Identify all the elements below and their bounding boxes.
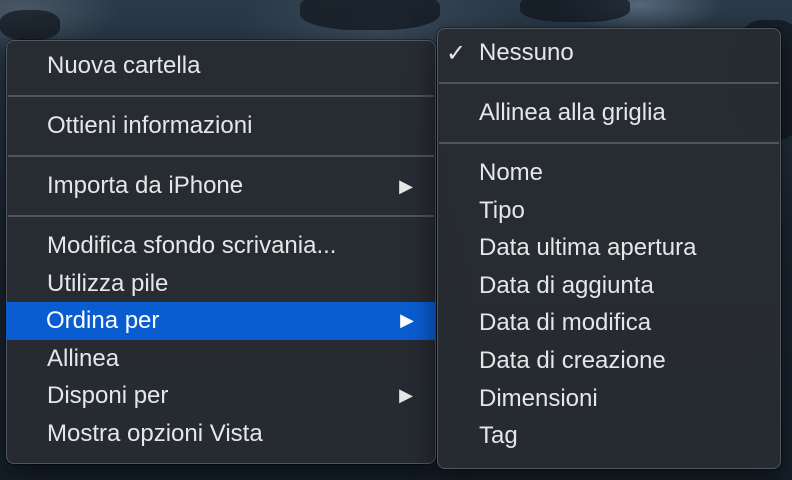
menu-separator [8,155,434,157]
menu-item-label: Nuova cartella [47,52,201,79]
submenu-arrow-icon: ▶ [400,310,414,331]
submenu-item-date-modified[interactable]: Data di modifica [438,304,780,342]
submenu-item-name[interactable]: Nome [438,154,780,192]
desktop-context-menu: Nuova cartella Ottieni informazioni Impo… [6,40,436,464]
menu-item-label: Disponi per [47,382,169,410]
menu-item-label: Data di modifica [479,309,652,337]
menu-item-clean-up[interactable]: Allinea [7,340,435,378]
submenu-item-snap-to-grid[interactable]: Allinea alla griglia [438,94,780,132]
menu-separator [8,95,434,97]
menu-item-label: Data di creazione [479,346,666,374]
menu-item-new-folder[interactable]: Nuova cartella [7,47,435,85]
submenu-arrow-icon: ▶ [399,385,413,406]
submenu-item-date-added[interactable]: Data di aggiunta [438,267,780,305]
menu-item-get-info[interactable]: Ottieni informazioni [7,107,435,145]
menu-item-label: Importa da iPhone [47,172,244,199]
menu-item-label: Modifica sfondo scrivania... [47,232,337,259]
submenu-item-none[interactable]: ✓ Nessuno [438,34,780,72]
menu-item-label: Ottieni informazioni [47,112,253,139]
menu-item-import-from-iphone[interactable]: Importa da iPhone ▶ [7,167,435,205]
submenu-item-kind[interactable]: Tipo [438,192,780,230]
menu-item-clean-up-by[interactable]: Disponi per ▶ [7,377,435,415]
submenu-item-date-created[interactable]: Data di creazione [438,342,780,380]
menu-item-label: Nome [479,159,544,186]
menu-item-label: Utilizza pile [47,269,169,297]
sort-by-submenu: ✓ Nessuno Allinea alla griglia Nome Tipo… [437,28,781,469]
menu-item-label: Allinea [47,344,120,372]
menu-item-label: Tag [479,422,518,450]
menu-item-label: Mostra opzioni Vista [47,419,263,447]
submenu-item-tags[interactable]: Tag [438,417,780,455]
menu-item-change-desktop-background[interactable]: Modifica sfondo scrivania... [7,227,435,265]
menu-item-label: Ordina per [46,307,160,335]
menu-separator [8,215,434,217]
menu-item-label: Data ultima apertura [479,234,697,262]
menu-item-label: Tipo [479,196,525,224]
menu-item-label: Nessuno [479,39,574,66]
menu-item-label: Allinea alla griglia [479,99,666,126]
menu-item-label: Dimensioni [479,384,598,412]
menu-item-show-view-options[interactable]: Mostra opzioni Vista [7,415,435,453]
menu-item-sort-by[interactable]: Ordina per ▶ [6,302,436,340]
menu-separator [439,142,779,144]
submenu-arrow-icon: ▶ [399,176,413,196]
submenu-item-size[interactable]: Dimensioni [438,380,780,418]
submenu-item-date-last-opened[interactable]: Data ultima apertura [438,229,780,267]
menu-item-label: Data di aggiunta [479,271,654,299]
menu-separator [439,82,779,84]
checkmark-icon: ✓ [446,39,467,67]
menu-item-use-stacks[interactable]: Utilizza pile [7,265,435,303]
